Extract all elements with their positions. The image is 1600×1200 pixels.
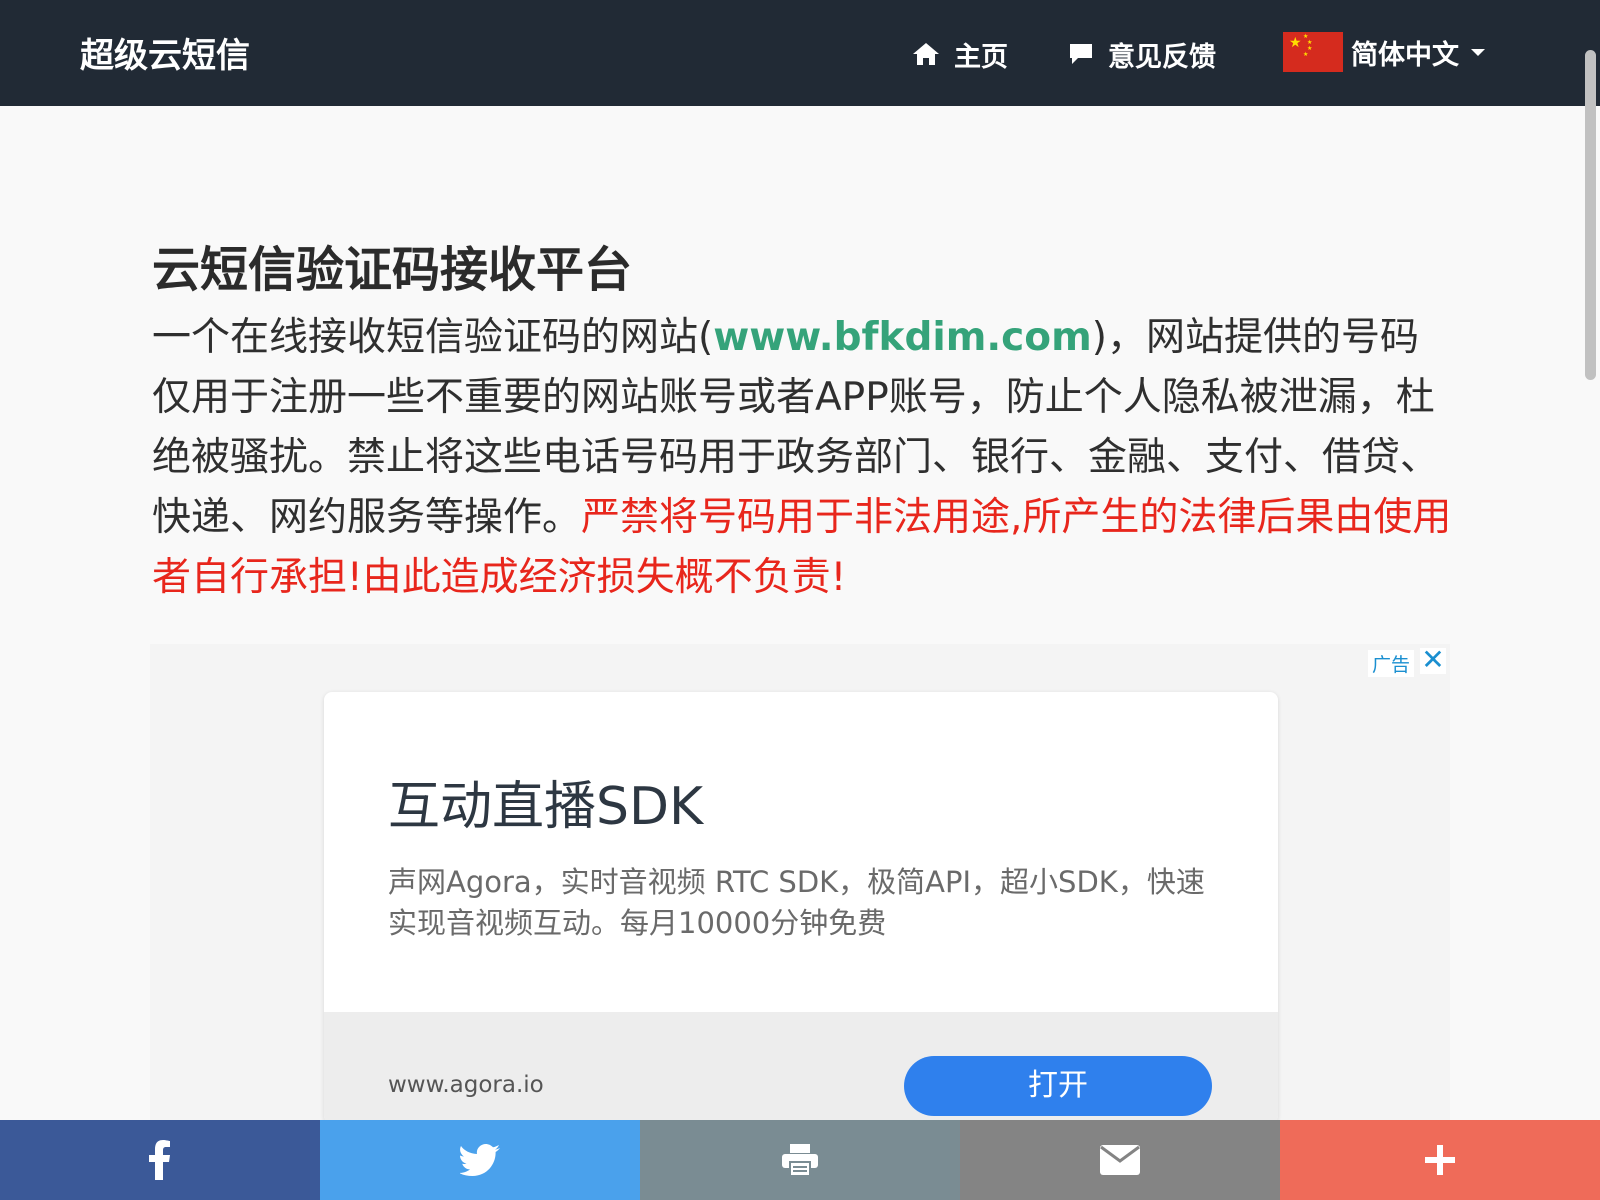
language-dropdown[interactable]: ★ ★ ★ ★ ★ 简体中文 [1283,32,1485,72]
ad-open-button[interactable]: 打开 [904,1056,1212,1116]
share-more-button[interactable] [1280,1120,1600,1200]
share-print-button[interactable] [640,1120,960,1200]
nav-feedback-label: 意见反馈 [1108,41,1216,73]
share-email-button[interactable] [960,1120,1280,1200]
ad-label[interactable]: 广告 [1367,650,1414,677]
ad-container: 广告 ✕ 互动直播SDK 声网Agora，实时音视频 RTC SDK，极简API… [150,644,1450,1124]
twitter-icon [460,1144,500,1176]
home-icon [913,43,939,65]
intro-description: 一个在线接收短信验证码的网站(www.bfkdim.com)，网站提供的号码仅用… [152,308,1452,608]
scrollbar-thumb[interactable] [1585,50,1596,380]
email-icon [1100,1145,1140,1175]
nav-home-label: 主页 [954,41,1008,73]
facebook-icon [149,1140,170,1180]
share-facebook-button[interactable] [0,1120,320,1200]
print-icon [782,1144,818,1176]
site-brand[interactable]: 超级云短信 [80,28,250,77]
plus-icon [1425,1145,1455,1175]
china-flag-icon: ★ ★ ★ ★ ★ [1283,32,1343,72]
desc-prefix: 一个在线接收短信验证码的网站( [152,315,714,360]
ad-text: 声网Agora，实时音视频 RTC SDK，极简API，超小SDK，快速实现音视… [388,865,1205,940]
comment-icon [1070,44,1092,64]
share-twitter-button[interactable] [320,1120,640,1200]
site-link[interactable]: www.bfkdim.com [713,315,1092,360]
ad-url[interactable]: www.agora.io [388,1072,544,1098]
page-title: 云短信验证码接收平台 [152,242,633,298]
ad-card[interactable]: 互动直播SDK 声网Agora，实时音视频 RTC SDK，极简API，超小SD… [324,692,1278,1124]
share-bar [0,1120,1600,1200]
ad-footer: www.agora.io 打开 [324,1012,1278,1124]
top-navbar: 超级云短信 主页 意见反馈 ★ ★ ★ ★ ★ 简体中文 [0,0,1600,106]
ad-title[interactable]: 互动直播SDK [388,764,703,839]
caret-down-icon [1471,48,1485,56]
intro-section: 云短信验证码接收平台 一个在线接收短信验证码的网站(www.bfkdim.com… [152,236,1452,608]
nav-feedback-link[interactable]: 意见反馈 [1068,34,1216,74]
nav-home-link[interactable]: 主页 [912,34,1008,74]
ad-close-icon[interactable]: ✕ [1420,646,1446,674]
language-label: 简体中文 [1351,39,1459,71]
